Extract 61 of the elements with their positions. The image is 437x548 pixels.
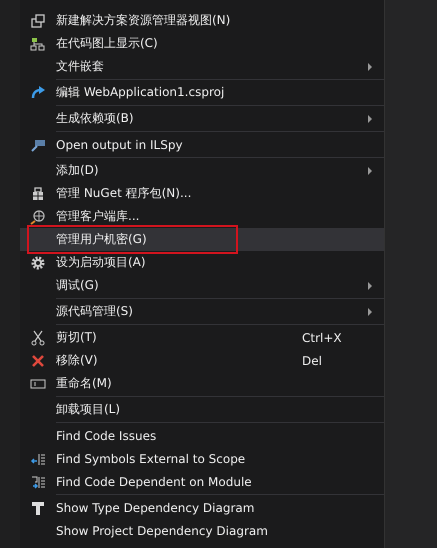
menu-item-label: 源代码管理(S)	[56, 303, 133, 320]
menu-item[interactable]: 重命名(M)	[20, 372, 384, 395]
menu-item[interactable]: 添加(D)	[20, 159, 384, 182]
menu-item-label: 管理客户端库...	[56, 208, 140, 225]
find-dependents-icon	[30, 474, 46, 490]
menu-item[interactable]: 生成依赖项(B)	[20, 107, 384, 130]
gear-icon	[30, 254, 46, 270]
submenu-arrow-icon	[368, 114, 372, 122]
menu-item-label: 剪切(T)	[56, 329, 97, 346]
menu-item-label: Find Code Dependent on Module	[56, 474, 252, 488]
curved-arrow-icon	[30, 84, 46, 100]
menu-item-label: Find Code Issues	[56, 428, 156, 442]
menu-item[interactable]: 管理用户机密(G)	[20, 228, 384, 251]
submenu-arrow-icon	[368, 282, 372, 290]
menu-item-label: 新建解决方案资源管理器视图(N)	[56, 12, 230, 29]
menu-item-label: 生成依赖项(B)	[56, 110, 134, 127]
menu-item[interactable]: 管理 NuGet 程序包(N)...	[20, 182, 384, 205]
menu-item-label: 卸载项目(L)	[56, 401, 120, 418]
menu-item[interactable]: 源代码管理(S)	[20, 300, 384, 323]
menu-item[interactable]: 调试(G)	[20, 274, 384, 297]
menu-item-label: Open output in ILSpy	[56, 138, 183, 152]
menu-item[interactable]: Show Type Dependency Diagram	[20, 496, 384, 519]
menu-item-label: 在代码图上显示(C)	[56, 35, 158, 52]
menu-item[interactable]: 移除(V) Del	[20, 349, 384, 372]
type-icon	[30, 500, 46, 516]
menu-item[interactable]: 在代码图上显示(C)	[20, 32, 384, 55]
menu-item[interactable]: Find Symbols External to Scope	[20, 447, 384, 470]
menu-item-label: 设为启动项目(A)	[56, 254, 146, 271]
menu-item[interactable]: 文件嵌套	[20, 55, 384, 78]
menu-item[interactable]: 编辑 WebApplication1.csproj	[20, 81, 384, 104]
menu-item-label: 编辑 WebApplication1.csproj	[56, 84, 224, 101]
menu-item[interactable]: Find Code Dependent on Module	[20, 470, 384, 493]
menu-item-label: Show Type Dependency Diagram	[56, 500, 254, 514]
menu-item-label: 移除(V)	[56, 352, 98, 369]
diagram-icon	[30, 36, 46, 52]
menu-item[interactable]: 新建解决方案资源管理器视图(N)	[20, 9, 384, 32]
submenu-arrow-icon	[368, 166, 372, 174]
menu-item-label: 管理 NuGet 程序包(N)...	[56, 185, 192, 202]
menu-item[interactable]: 设为启动项目(A)	[20, 251, 384, 274]
menu-item-label: 添加(D)	[56, 162, 99, 179]
menu-item[interactable]: Find Code Issues	[20, 424, 384, 447]
menu-item-label: 管理用户机密(G)	[56, 231, 147, 248]
shortcut-text: Del	[302, 354, 322, 368]
menu-item[interactable]: 卸载项目(L)	[20, 398, 384, 421]
menu-item[interactable]: 剪切(T) Ctrl+X	[20, 326, 384, 349]
menu-item-label: Find Symbols External to Scope	[56, 452, 246, 466]
view-icon	[30, 12, 46, 28]
shortcut-text: Ctrl+X	[302, 330, 342, 344]
menu-item-label: 文件嵌套	[56, 58, 104, 75]
menu-item-label: Show Project Dependency Diagram	[56, 524, 268, 538]
package-icon	[30, 186, 46, 202]
menu-item-label: 调试(G)	[56, 277, 99, 294]
submenu-arrow-icon	[368, 308, 372, 316]
scissors-icon	[30, 330, 46, 346]
menu-item-label: 重命名(M)	[56, 375, 112, 392]
menu-item[interactable]: Open output in ILSpy	[20, 133, 384, 156]
menu-item[interactable]: 管理客户端库...	[20, 205, 384, 228]
close-icon	[30, 352, 46, 368]
menu-item[interactable]: Show Project Dependency Diagram	[20, 519, 384, 542]
globe-icon	[30, 208, 46, 224]
submenu-arrow-icon	[368, 62, 372, 70]
